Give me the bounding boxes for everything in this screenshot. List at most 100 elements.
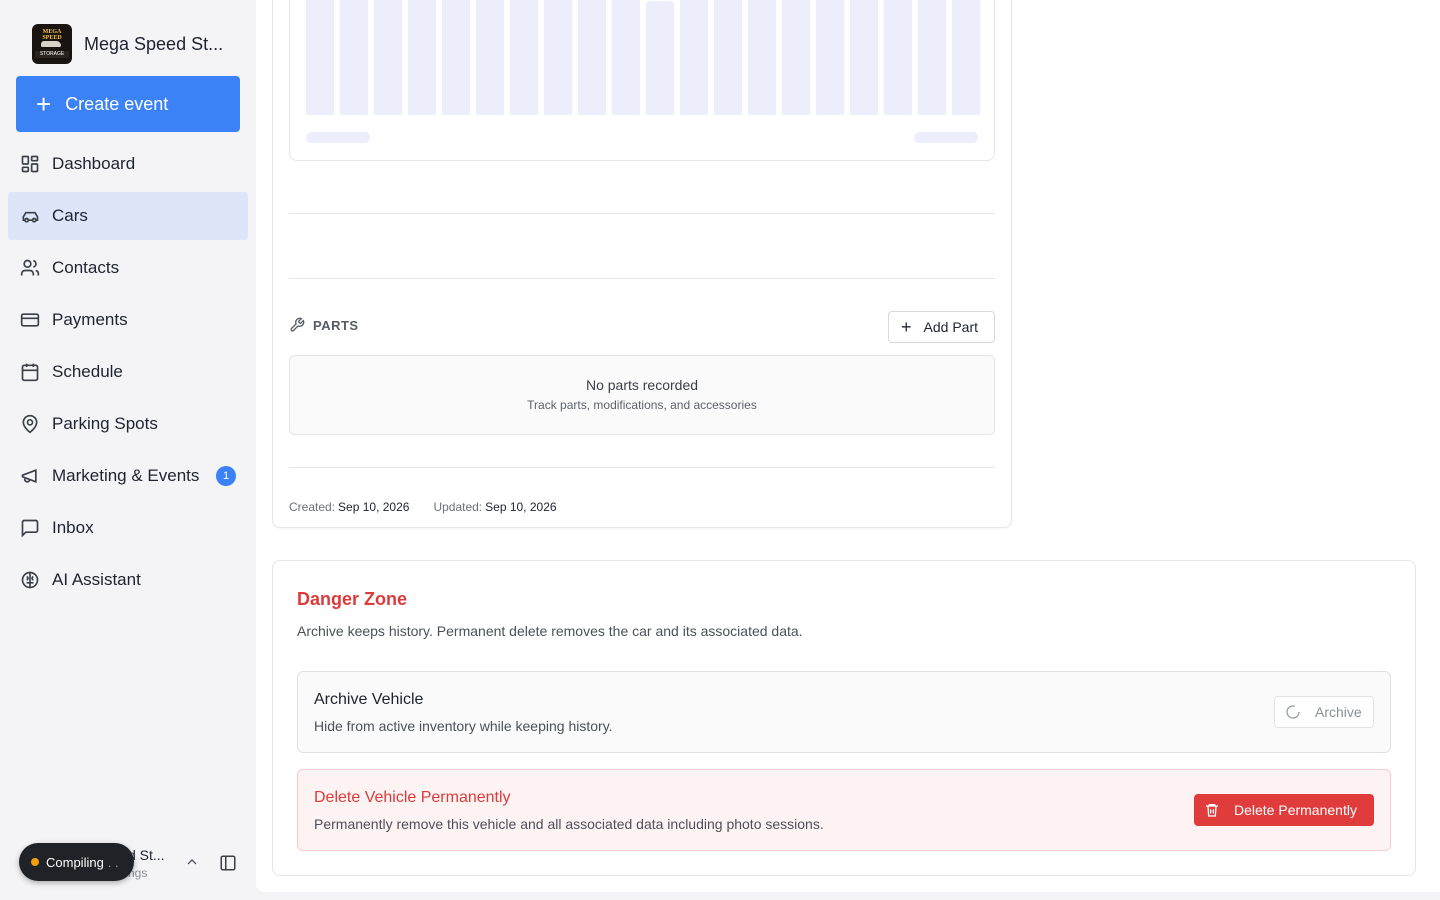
parts-heading-label: PARTS bbox=[313, 317, 359, 333]
status-label: Compiling bbox=[46, 854, 104, 870]
archive-vehicle-row: Archive Vehicle Hide from active invento… bbox=[297, 671, 1391, 753]
message-square-icon bbox=[20, 518, 40, 538]
chart-bars bbox=[306, 0, 980, 115]
calendar-icon bbox=[20, 362, 40, 382]
sidebar-nav: Dashboard Cars Contacts Payments Schedul… bbox=[8, 140, 248, 608]
sidebar-item-ai-assistant[interactable]: AI Assistant bbox=[8, 556, 248, 604]
sidebar-item-payments[interactable]: Payments bbox=[8, 296, 248, 344]
delete-vehicle-title: Delete Vehicle Permanently bbox=[314, 789, 511, 806]
brain-icon bbox=[20, 570, 40, 590]
chart-axis-label-placeholder-left bbox=[306, 132, 370, 143]
brand-logo: MEGA SPEED STORAGE bbox=[32, 24, 72, 64]
divider bbox=[289, 467, 995, 468]
chart-bar bbox=[408, 0, 436, 115]
chart-bar bbox=[714, 0, 742, 115]
created-meta: Created: Sep 10, 2026 bbox=[289, 500, 409, 514]
created-label: Created: bbox=[289, 500, 336, 514]
sidebar-item-label: Cars bbox=[52, 206, 88, 225]
updated-meta: Updated: Sep 10, 2026 bbox=[433, 500, 556, 514]
parts-empty-state: No parts recorded Track parts, modificat… bbox=[289, 355, 995, 435]
notification-badge: 1 bbox=[216, 466, 236, 486]
danger-zone-card: Danger Zone Archive keeps history. Perma… bbox=[272, 560, 1416, 876]
sidebar-item-contacts[interactable]: Contacts bbox=[8, 244, 248, 292]
sidebar-item-label: Payments bbox=[52, 310, 128, 329]
wrench-icon bbox=[289, 317, 305, 333]
brand-name: Mega Speed St... bbox=[84, 33, 224, 54]
sidebar-item-label: Parking Spots bbox=[52, 414, 158, 433]
chart-bar bbox=[578, 0, 606, 115]
delete-vehicle-description: Permanently remove this vehicle and all … bbox=[314, 816, 824, 832]
account-area: Compiling . . d St... ngs bbox=[0, 836, 256, 892]
record-metadata: Created: Sep 10, 2026 Updated: Sep 10, 2… bbox=[289, 500, 581, 514]
chart-bar bbox=[340, 0, 368, 115]
sidebar-item-marketing-events[interactable]: Marketing & Events 1 bbox=[8, 452, 248, 500]
divider bbox=[289, 213, 995, 214]
delete-permanently-label: Delete Permanently bbox=[1234, 802, 1357, 818]
credit-card-icon bbox=[20, 310, 40, 330]
dashboard-icon bbox=[20, 154, 40, 174]
sidebar-item-label: Inbox bbox=[52, 518, 94, 537]
chart-bar bbox=[952, 0, 980, 115]
parts-empty-title: No parts recorded bbox=[585, 377, 699, 393]
chart-bar bbox=[544, 0, 572, 115]
sidebar-item-label: Contacts bbox=[52, 258, 120, 277]
sidebar-item-parking-spots[interactable]: Parking Spots bbox=[8, 400, 248, 448]
chart-bar bbox=[816, 0, 844, 115]
updated-value: Sep 10, 2026 bbox=[485, 500, 557, 514]
delete-permanently-button[interactable]: Delete Permanently bbox=[1194, 794, 1374, 826]
archive-button[interactable]: Archive bbox=[1274, 696, 1374, 728]
archive-button-label: Archive bbox=[1315, 704, 1362, 720]
chart-bar bbox=[918, 0, 946, 115]
logo-text-bottom: STORAGE bbox=[35, 51, 69, 58]
car-icon bbox=[20, 206, 40, 226]
users-icon bbox=[20, 258, 40, 278]
add-part-label: Add Part bbox=[923, 319, 978, 335]
parts-heading: PARTS bbox=[289, 317, 359, 333]
archive-vehicle-description: Hide from active inventory while keeping… bbox=[314, 718, 613, 734]
chart-axis-label-placeholder-right bbox=[914, 132, 978, 143]
chart-bar bbox=[510, 0, 538, 115]
create-event-label: Create event bbox=[65, 93, 169, 114]
plus-icon: + bbox=[36, 89, 52, 119]
sidebar-item-schedule[interactable]: Schedule bbox=[8, 348, 248, 396]
compiling-status-pill[interactable]: Compiling . . bbox=[19, 843, 134, 881]
sidebar: MEGA SPEED STORAGE Mega Speed St... + Cr… bbox=[0, 0, 256, 900]
create-event-button[interactable]: + Create event bbox=[16, 76, 240, 132]
sidebar-item-label: Marketing & Events bbox=[52, 466, 200, 485]
created-value: Sep 10, 2026 bbox=[338, 500, 410, 514]
chart-bar bbox=[646, 1, 674, 115]
sidebar-item-label: Schedule bbox=[52, 362, 123, 381]
sidebar-item-dashboard[interactable]: Dashboard bbox=[8, 140, 248, 188]
status-dot bbox=[31, 858, 39, 866]
logo-text-top: MEGA SPEED bbox=[42, 29, 62, 41]
chart-bar bbox=[374, 0, 402, 115]
archive-vehicle-title: Archive Vehicle bbox=[314, 691, 424, 708]
main-content: PARTS + Add Part No parts recorded Track… bbox=[256, 0, 1440, 900]
map-pin-icon bbox=[20, 414, 40, 434]
chart-bar bbox=[476, 0, 504, 115]
chart-bar bbox=[782, 0, 810, 115]
activity-chart bbox=[289, 0, 995, 161]
sidebar-item-inbox[interactable]: Inbox bbox=[8, 504, 248, 552]
sidebar-item-label: AI Assistant bbox=[52, 570, 141, 589]
trash-icon bbox=[1204, 802, 1220, 818]
loading-spinner-icon bbox=[1285, 704, 1301, 720]
car-details-card: PARTS + Add Part No parts recorded Track… bbox=[272, 0, 1012, 528]
plus-icon: + bbox=[901, 317, 912, 337]
add-part-button[interactable]: + Add Part bbox=[888, 311, 995, 343]
chart-bar bbox=[442, 0, 470, 115]
parts-empty-subtitle: Track parts, modifications, and accessor… bbox=[527, 398, 757, 412]
logo-car-shape bbox=[41, 41, 61, 47]
brand[interactable]: MEGA SPEED STORAGE Mega Speed St... bbox=[32, 24, 223, 64]
chart-bar bbox=[306, 0, 334, 115]
sidebar-toggle-icon[interactable] bbox=[219, 854, 237, 872]
danger-zone-description: Archive keeps history. Permanent delete … bbox=[297, 623, 803, 639]
sidebar-item-cars[interactable]: Cars bbox=[8, 192, 248, 240]
chart-bar bbox=[748, 0, 776, 115]
divider bbox=[289, 278, 995, 279]
status-dots: . . bbox=[107, 854, 119, 870]
chevron-up-icon[interactable] bbox=[184, 854, 200, 870]
chart-bar bbox=[884, 0, 912, 115]
chart-bar bbox=[850, 0, 878, 115]
updated-label: Updated: bbox=[433, 500, 483, 514]
